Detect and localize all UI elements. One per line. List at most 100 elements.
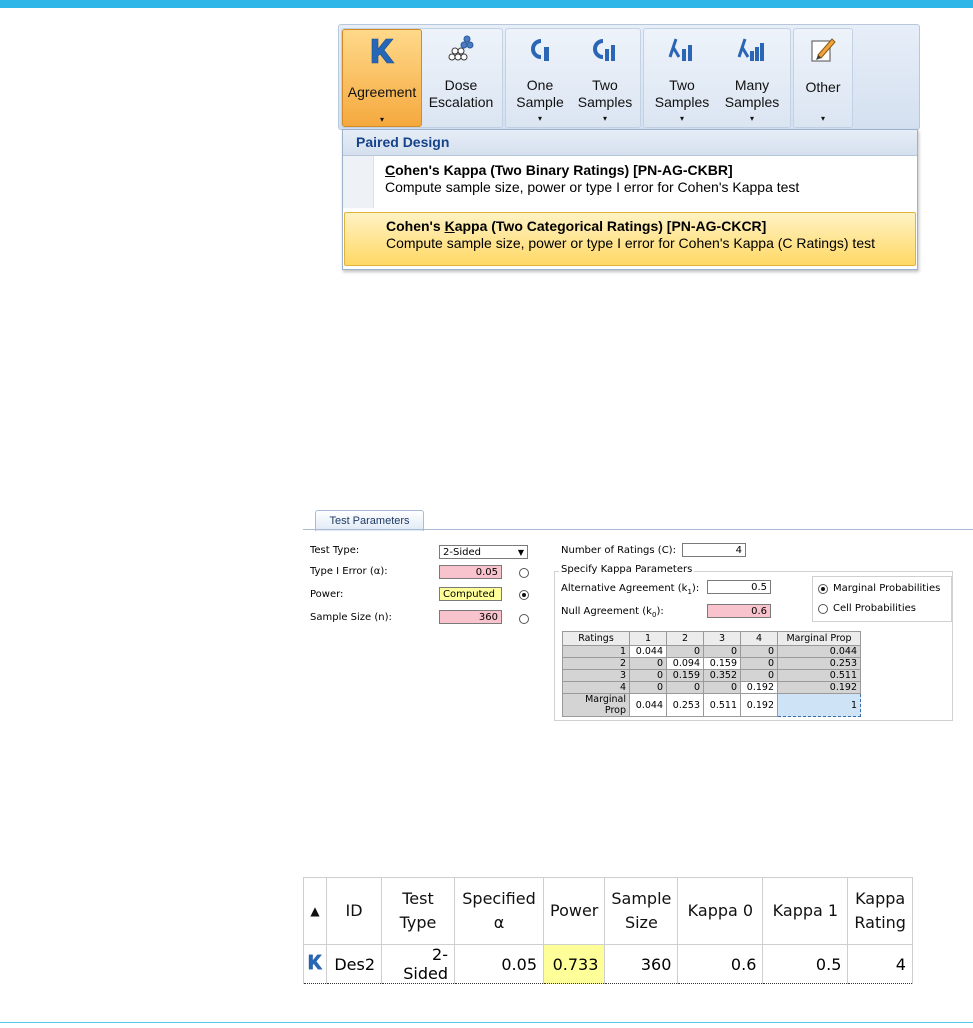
kappa-probability-grid: Ratings 1 2 3 4 Marginal Prop 1 0.044 0 … bbox=[562, 631, 861, 717]
other-label: Other bbox=[805, 79, 841, 95]
null-agreement-input[interactable]: 0.6 bbox=[707, 604, 771, 618]
power-input[interactable]: Computed bbox=[439, 587, 502, 601]
solve-for-power-radio[interactable] bbox=[519, 590, 529, 600]
grid-cell[interactable]: 0.094 bbox=[666, 657, 704, 670]
grid-cell[interactable]: 0.253 bbox=[666, 693, 704, 717]
grid-cell[interactable]: 0 bbox=[629, 669, 667, 682]
grid-row-header: 2 bbox=[562, 657, 630, 670]
kappa-parameters-group-title: Specify Kappa Parameters bbox=[559, 564, 695, 575]
one-sample-label-2: Sample bbox=[516, 94, 564, 110]
grid-cell[interactable]: 0 bbox=[740, 645, 778, 658]
grid-cell[interactable]: 0.044 bbox=[629, 645, 667, 658]
sample-size-input[interactable]: 360 bbox=[439, 610, 502, 624]
table-row[interactable]: Des2 2-Sided 0.05 0.733 360 0.6 0.5 4 bbox=[303, 944, 913, 984]
col-id[interactable]: ID bbox=[326, 877, 382, 945]
cell-probabilities-radio[interactable] bbox=[818, 604, 828, 614]
menu-item-cohens-kappa-binary[interactable]: Cohen's Kappa (Two Binary Ratings) [PN-A… bbox=[343, 158, 917, 206]
grid-row-header: Marginal Prop bbox=[562, 693, 630, 717]
grid-cell[interactable]: 0 bbox=[666, 681, 704, 694]
dose-escalation-button[interactable]: Dose Escalation bbox=[422, 29, 500, 125]
col-sample-size[interactable]: Sample Size bbox=[604, 877, 679, 945]
col-test-type[interactable]: Test Type bbox=[381, 877, 455, 945]
solve-for-sample-size-radio[interactable] bbox=[519, 614, 529, 624]
test-type-value: 2-Sided bbox=[443, 547, 481, 558]
grid-cell[interactable]: 0 bbox=[666, 645, 704, 658]
grid-cell-selected[interactable]: 1 bbox=[777, 693, 861, 717]
grid-cell[interactable]: 0 bbox=[629, 657, 667, 670]
grid-cell[interactable]: 0.159 bbox=[703, 657, 741, 670]
number-of-ratings-label: Number of Ratings (C): bbox=[561, 545, 676, 556]
menu-item-title-text: Cohen's bbox=[386, 218, 445, 234]
alternative-agreement-subscript: 1 bbox=[687, 588, 692, 596]
menu-item-title-text: ohen's Kappa (Two Binary Ratings) [PN-AG… bbox=[395, 162, 733, 178]
cell-probabilities-label: Cell Probabilities bbox=[833, 603, 916, 614]
grid-cell[interactable]: 0 bbox=[703, 681, 741, 694]
cell-id: Des2 bbox=[326, 944, 382, 984]
many-samples-label-2: Samples bbox=[724, 94, 780, 110]
grid-cell[interactable]: 0 bbox=[629, 681, 667, 694]
grid-cell[interactable]: 0 bbox=[740, 669, 778, 682]
top-accent-bar bbox=[0, 0, 973, 8]
alternative-agreement-label: Alternative Agreement (k1): bbox=[561, 583, 700, 596]
many-samples-button[interactable]: Many Samples ▾ bbox=[718, 29, 786, 125]
col-kappa-0[interactable]: Kappa 0 bbox=[677, 877, 764, 945]
solve-for-type1-radio[interactable] bbox=[519, 568, 529, 578]
marginal-probabilities-radio[interactable] bbox=[818, 584, 828, 594]
tab-test-parameters[interactable]: Test Parameters bbox=[315, 510, 424, 531]
c-bars-icon bbox=[593, 39, 615, 61]
two-samples-c-label-1: Two bbox=[592, 77, 618, 93]
grid-cell[interactable]: 0.511 bbox=[777, 669, 861, 682]
cell-kappa-1: 0.5 bbox=[762, 944, 849, 984]
col-specified-alpha[interactable]: Specified α bbox=[454, 877, 544, 945]
null-agreement-label: Null Agreement (k0): bbox=[561, 606, 664, 619]
null-agreement-label-text: Null Agreement (k bbox=[561, 606, 652, 617]
type1-error-label: Type I Error (α): bbox=[310, 566, 388, 577]
number-of-ratings-input[interactable]: 4 bbox=[682, 543, 746, 557]
menu-item-accelerator: K bbox=[444, 218, 455, 234]
other-button[interactable]: Other ▾ bbox=[796, 29, 850, 125]
results-table: ▲ ID Test Type Specified α Power Sample … bbox=[303, 877, 913, 984]
col-kappa-1[interactable]: Kappa 1 bbox=[762, 877, 849, 945]
grid-cell[interactable]: 0.044 bbox=[629, 693, 667, 717]
chevron-down-icon: ▾ bbox=[749, 114, 755, 123]
two-samples-lambda-button[interactable]: Two Samples ▾ bbox=[650, 29, 714, 125]
c-bar-icon bbox=[531, 39, 549, 61]
menu-item-accelerator: C bbox=[385, 162, 396, 178]
col-kappa-rating[interactable]: Kappa Rating bbox=[847, 877, 913, 945]
dose-dots-icon bbox=[448, 35, 474, 61]
grid-cell[interactable]: 0.192 bbox=[740, 681, 778, 694]
grid-row-header: 3 bbox=[562, 669, 630, 682]
test-type-select[interactable]: 2-Sided ▼ bbox=[439, 545, 528, 559]
grid-header: Ratings bbox=[562, 631, 630, 646]
agreement-button[interactable]: Agreement ▾ bbox=[342, 29, 422, 127]
alternative-agreement-label-text: Alternative Agreement (k bbox=[561, 583, 688, 594]
grid-cell[interactable]: 0.192 bbox=[777, 681, 861, 694]
grid-cell[interactable]: 0.044 bbox=[777, 645, 861, 658]
menu-item-title: Cohen's Kappa (Two Categorical Ratings) … bbox=[386, 218, 766, 234]
sample-size-label: Sample Size (n): bbox=[310, 612, 392, 623]
chevron-down-icon: ▼ bbox=[517, 548, 524, 557]
grid-cell[interactable]: 0 bbox=[703, 645, 741, 658]
type1-error-input[interactable]: 0.05 bbox=[439, 565, 502, 579]
chevron-down-icon: ▾ bbox=[679, 114, 685, 123]
null-agreement-subscript: 0 bbox=[651, 611, 657, 619]
alternative-agreement-input[interactable]: 0.5 bbox=[707, 580, 771, 594]
results-header-row: ▲ ID Test Type Specified α Power Sample … bbox=[303, 877, 913, 945]
grid-cell[interactable]: 0 bbox=[740, 657, 778, 670]
grid-cell[interactable]: 0.511 bbox=[703, 693, 741, 717]
grid-cell[interactable]: 0.192 bbox=[740, 693, 778, 717]
sort-ascending-icon[interactable]: ▲ bbox=[303, 877, 327, 945]
one-sample-button[interactable]: One Sample ▾ bbox=[510, 29, 570, 125]
grid-cell[interactable]: 0.352 bbox=[703, 669, 741, 682]
power-label: Power: bbox=[310, 589, 344, 600]
two-samples-c-button[interactable]: Two Samples ▾ bbox=[574, 29, 636, 125]
col-power[interactable]: Power bbox=[542, 877, 606, 945]
agreement-dropdown-menu: Paired Design Cohen's Kappa (Two Binary … bbox=[342, 129, 918, 270]
bottom-accent-line bbox=[0, 1022, 973, 1023]
cell-kappa-0: 0.6 bbox=[677, 944, 764, 984]
grid-header: 4 bbox=[740, 631, 778, 646]
lambda-bars-icon bbox=[668, 38, 692, 61]
menu-item-cohens-kappa-categorical[interactable]: Cohen's Kappa (Two Categorical Ratings) … bbox=[344, 212, 916, 266]
grid-cell[interactable]: 0.253 bbox=[777, 657, 861, 670]
grid-cell[interactable]: 0.159 bbox=[666, 669, 704, 682]
